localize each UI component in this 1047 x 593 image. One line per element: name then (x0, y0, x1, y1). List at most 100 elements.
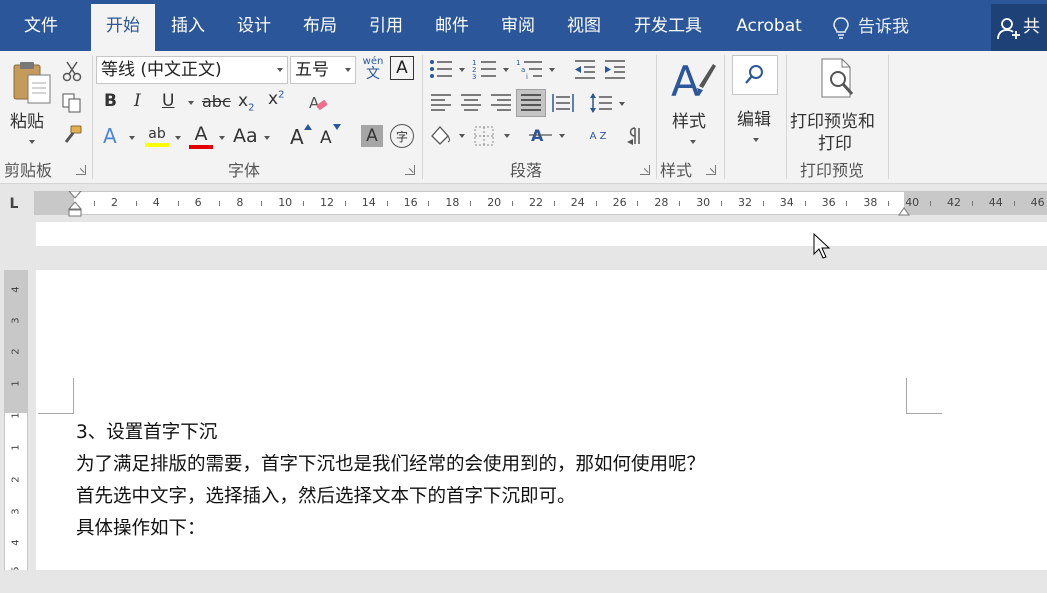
sort-button[interactable]: A Z (584, 123, 612, 149)
indent-markers-icon[interactable] (68, 191, 82, 217)
ruler-number: 10 (278, 196, 293, 209)
font-color-caret[interactable] (219, 136, 225, 140)
tab-review[interactable]: 审阅 (490, 4, 546, 51)
ruler-tick (303, 201, 304, 206)
group-divider (786, 55, 787, 179)
decrease-indent-icon[interactable] (572, 57, 598, 81)
clipboard-group-label: 剪贴板 (4, 161, 53, 180)
highlight-caret[interactable] (175, 136, 181, 140)
tab-design[interactable]: 设计 (226, 4, 282, 51)
paragraph-launcher-icon[interactable] (640, 165, 650, 175)
font-launcher-icon[interactable] (405, 165, 415, 175)
tab-view[interactable]: 视图 (556, 4, 612, 51)
copy-icon[interactable] (60, 91, 84, 115)
tab-insert[interactable]: 插入 (160, 4, 216, 51)
tell-me-search[interactable]: 告诉我 (832, 4, 909, 51)
ruler-number: 20 (487, 196, 502, 209)
vertical-ruler[interactable]: 4321112345 (4, 270, 28, 573)
group-divider (422, 55, 423, 179)
bullets-button[interactable] (428, 57, 468, 81)
document-paragraph[interactable]: 首先选中文字，选择插入，然后选择文本下的首字下沉即可。 (76, 482, 576, 508)
document-heading[interactable]: 3、设置首字下沉 (76, 418, 217, 444)
vertical-ruler-number: 1 (10, 412, 22, 419)
justify-icon[interactable] (516, 89, 546, 117)
subscript-button[interactable]: x2 (238, 91, 254, 113)
horizontal-ruler[interactable]: 2 4 6 8 10 12 14 16 18 20 22 24 26 28 30 32 34 36 38 40 42 44… (34, 191, 1047, 217)
text-effects-caret[interactable] (129, 136, 135, 140)
editing-label[interactable]: 编辑 (737, 105, 771, 130)
align-center-icon[interactable] (458, 91, 484, 115)
superscript-x: x (268, 89, 279, 109)
paste-dropdown-caret[interactable] (29, 140, 35, 144)
tab-acrobat[interactable]: Acrobat (726, 4, 812, 51)
font-color-letter: A (194, 123, 208, 145)
change-case-button[interactable]: Aa (233, 125, 258, 147)
svg-text:i: i (526, 73, 528, 80)
tab-references[interactable]: 引用 (358, 4, 414, 51)
clear-formatting-icon[interactable]: A (306, 91, 330, 115)
person-add-icon (997, 18, 1020, 40)
enclose-characters-button[interactable]: 字 (390, 124, 414, 148)
superscript-button[interactable]: x2 (268, 89, 284, 109)
tab-selector[interactable]: L (4, 194, 24, 214)
phonetic-guide-button[interactable]: wén 文 (360, 54, 386, 84)
document-paragraph[interactable]: 为了满足排版的需要，首字下沉也是我们经常的会使用到的，那如何使用呢？ (76, 450, 705, 476)
ruler-number: 28 (654, 196, 669, 209)
cut-icon[interactable] (60, 59, 84, 83)
font-color-button[interactable]: A (188, 122, 214, 150)
text-highlight-button[interactable]: ab (143, 123, 171, 149)
find-icon[interactable] (732, 55, 778, 95)
grow-font-button[interactable]: A (290, 125, 304, 149)
print-preview-label-line2: 打印 (818, 134, 852, 154)
ruler-tick (94, 201, 95, 206)
align-left-icon[interactable] (428, 91, 454, 115)
highlight-text: ab (148, 126, 166, 142)
tab-developer[interactable]: 开发工具 (624, 4, 712, 51)
styles-caret[interactable] (690, 140, 696, 144)
bold-button[interactable]: B (104, 91, 117, 111)
borders-button[interactable] (472, 123, 516, 149)
print-preview-icon[interactable] (816, 56, 860, 102)
show-formatting-marks-icon[interactable] (622, 123, 650, 149)
numbering-button[interactable]: 1 2 3 (472, 57, 512, 81)
editing-caret[interactable] (753, 138, 759, 142)
document-paragraph[interactable]: 具体操作如下： (76, 514, 206, 540)
tab-layout[interactable]: 布局 (292, 4, 348, 51)
distributed-align-icon[interactable] (550, 91, 576, 115)
underline-button[interactable]: U (162, 91, 174, 111)
asian-layout-button[interactable]: A (528, 123, 570, 149)
multilevel-list-button[interactable]: 1 a i (516, 57, 558, 81)
paste-icon[interactable] (6, 59, 58, 107)
font-group-label: 字体 (228, 161, 261, 180)
shrink-arrow-icon (333, 123, 341, 131)
strikethrough-button[interactable]: abc (202, 92, 231, 111)
character-shading-button[interactable]: A (361, 125, 383, 147)
change-case-caret[interactable] (264, 136, 270, 140)
increase-indent-icon[interactable] (602, 57, 628, 81)
mouse-pointer-icon (813, 233, 831, 259)
tab-file[interactable]: 文件 (8, 4, 74, 51)
align-right-icon[interactable] (488, 91, 514, 115)
print-preview-group-label: 打印预览 (800, 161, 865, 180)
italic-button[interactable]: I (134, 91, 141, 111)
styles-launcher-icon[interactable] (706, 165, 716, 175)
shading-button[interactable] (428, 123, 468, 149)
tab-mailings[interactable]: 邮件 (424, 4, 480, 51)
underline-dropdown-caret[interactable] (188, 101, 194, 105)
font-color-swatch (189, 145, 213, 149)
tab-home[interactable]: 开始 (91, 4, 155, 51)
font-name-combo[interactable]: 等线 (中文正文) (96, 56, 288, 84)
shrink-font-button[interactable]: A (320, 128, 332, 148)
text-effects-button[interactable]: A (103, 124, 117, 148)
clipboard-launcher-icon[interactable] (76, 165, 86, 175)
ruler-tick (1013, 201, 1015, 206)
margin-corner-mark (38, 378, 74, 414)
share-button[interactable]: 共 (991, 4, 1047, 51)
ruler-tick (930, 201, 931, 206)
font-size-combo[interactable]: 五号 (290, 56, 356, 84)
format-painter-icon[interactable] (60, 123, 84, 147)
share-label: 共 (1023, 17, 1040, 37)
styles-gallery-icon[interactable]: A (668, 55, 718, 103)
line-spacing-button[interactable] (588, 91, 628, 115)
character-border-button[interactable]: A (390, 56, 414, 80)
